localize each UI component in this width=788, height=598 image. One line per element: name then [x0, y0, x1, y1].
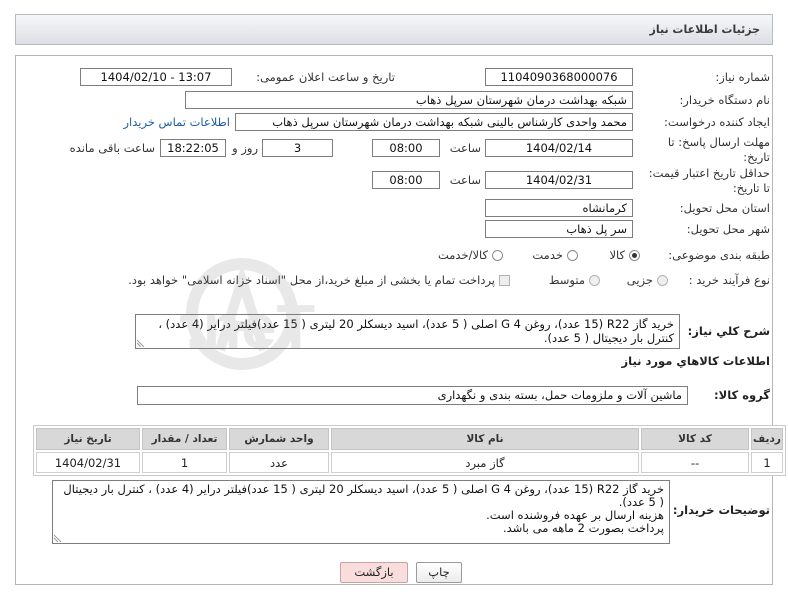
need-details-page: جزئیات اطلاعات نیاز شماره نیاز: 11040903…: [0, 0, 788, 598]
column-header-row-number: ردیف: [751, 428, 783, 450]
reply-deadline-time-label: ساعت: [449, 141, 481, 155]
category-option-service[interactable]: خدمت: [532, 248, 578, 263]
category-option-goods-service-label: کالا/خدمت: [437, 248, 488, 262]
treasury-checkbox[interactable]: [499, 275, 510, 286]
price-validity-date-field: 1404/02/31: [485, 171, 633, 189]
announce-datetime-field: 1404/02/10 - 13:07: [80, 68, 232, 86]
delivery-province-label: استان محل تحویل:: [679, 201, 770, 215]
delivery-province-field: کرمانشاه: [485, 199, 633, 217]
goods-group-label: گروه کالا:: [714, 388, 770, 402]
announce-datetime-label: تاریخ و ساعت اعلان عمومی:: [256, 70, 395, 84]
column-header-quantity: تعداد / مقدار: [142, 428, 227, 450]
description-textarea[interactable]: خرید گاز R22 (15 عدد)، روغن G 4 اصلی ( 5…: [135, 314, 680, 349]
radio-button[interactable]: [589, 275, 600, 286]
category-option-service-label: خدمت: [532, 248, 563, 262]
radio-button[interactable]: [492, 250, 503, 261]
cell-item-code: --: [641, 452, 749, 473]
buyer-org-field: شبکه بهداشت درمان شهرستان سرپل ذهاب: [185, 91, 633, 109]
buyer-contact-link[interactable]: اطلاعات تماس خریدار: [123, 115, 230, 130]
reply-deadline-time-field: 08:00: [372, 139, 440, 157]
remaining-time-field: 18:22:05: [160, 139, 226, 157]
process-type-label: نوع فرآیند خرید :: [688, 273, 770, 287]
delivery-city-label: شهر محل تحویل:: [686, 222, 770, 236]
cell-unit: عدد: [229, 452, 329, 473]
cell-row-number: 1: [751, 452, 783, 473]
category-option-goods[interactable]: کالا: [609, 248, 640, 263]
buyer-org-label: نام دستگاه خریدار:: [679, 93, 770, 107]
resize-grip-icon[interactable]: [137, 338, 146, 347]
reply-deadline-date-field: 1404/02/14: [485, 139, 633, 157]
page-header: جزئیات اطلاعات نیاز: [15, 14, 773, 45]
requester-label: ایجاد کننده درخواست:: [664, 115, 770, 129]
price-validity-label-line1: حداقل تاریخ اعتبار قیمت:: [648, 166, 770, 180]
process-option-medium[interactable]: متوسط: [549, 273, 600, 288]
buyer-notes-line: پرداخت بصورت 2 ماهه می باشد.: [502, 521, 664, 535]
column-header-need-date: تاریخ نیاز: [36, 428, 140, 450]
goods-group-field: ماشین آلات و ملزومات حمل، بسته بندی و نگ…: [137, 386, 688, 405]
table-header-row: ردیف کد کالا نام کالا واحد شمارش تعداد /…: [36, 428, 783, 450]
buyer-notes-textarea[interactable]: خرید گاز R22 (15 عدد)، روغن G 4 اصلی ( 5…: [52, 480, 670, 544]
category-option-goods-label: کالا: [609, 248, 625, 262]
back-button[interactable]: بازگشت: [340, 562, 408, 583]
cell-item-name: گاز مبرد: [331, 452, 639, 473]
reply-deadline-label-line1: مهلت ارسال پاسخ: تا: [667, 135, 770, 149]
need-number-field: 1104090368000076: [485, 68, 633, 86]
description-text: خرید گاز R22 (15 عدد)، روغن G 4 اصلی ( 5…: [158, 317, 674, 345]
column-header-item-name: نام کالا: [331, 428, 639, 450]
print-button[interactable]: چاپ: [416, 562, 462, 583]
price-validity-time-field: 08:00: [372, 171, 440, 189]
column-header-item-code: کد کالا: [641, 428, 749, 450]
radio-button[interactable]: [657, 275, 668, 286]
buyer-notes-label: توضیحات خریدار:: [672, 503, 770, 517]
items-table: ردیف کد کالا نام کالا واحد شمارش تعداد /…: [33, 425, 786, 476]
radio-button[interactable]: [629, 250, 640, 261]
reply-deadline-label-line2: تاریخ:: [743, 150, 770, 164]
treasury-payment-option[interactable]: پرداخت تمام یا بخشی از مبلغ خرید،از محل …: [128, 273, 510, 288]
description-label: شرح کلي نياز:: [687, 324, 770, 338]
process-option-medium-label: متوسط: [548, 273, 585, 287]
table-row: 1 -- گاز مبرد عدد 1 1404/02/31: [36, 452, 783, 473]
column-header-unit: واحد شمارش: [229, 428, 329, 450]
process-option-minor[interactable]: جزیی: [627, 273, 668, 288]
cell-quantity: 1: [142, 452, 227, 473]
remaining-days-label: روز و: [232, 141, 258, 155]
process-option-minor-label: جزیی: [626, 273, 653, 287]
price-validity-label: حداقل تاریخ اعتبار قیمت: تا تاریخ:: [649, 166, 770, 196]
requester-field: محمد واحدی کارشناس بالینی شبکه بهداشت در…: [235, 113, 633, 131]
resize-grip-icon[interactable]: [54, 533, 63, 542]
price-validity-label-line2: تا تاریخ:: [732, 181, 770, 195]
remaining-time-label: ساعت باقی مانده: [69, 141, 155, 155]
remaining-days-field: 3: [262, 139, 333, 157]
items-section-title: اطلاعات كالاهاي مورد نياز: [621, 354, 770, 368]
treasury-payment-label: پرداخت تمام یا بخشی از مبلغ خرید،از محل …: [128, 273, 495, 287]
cell-need-date: 1404/02/31: [36, 452, 140, 473]
reply-deadline-label: مهلت ارسال پاسخ: تا تاریخ:: [668, 135, 770, 165]
price-validity-time-label: ساعت: [449, 173, 481, 187]
radio-button[interactable]: [567, 250, 578, 261]
need-number-label: شماره نیاز:: [715, 70, 770, 84]
buyer-notes-line: خرید گاز R22 (15 عدد)، روغن G 4 اصلی ( 5…: [63, 482, 664, 509]
category-label: طبقه بندی موضوعی:: [668, 248, 770, 262]
category-option-goods-service[interactable]: کالا/خدمت: [438, 248, 503, 263]
page-title: جزئیات اطلاعات نیاز: [649, 23, 761, 36]
delivery-city-field: سر پل ذهاب: [485, 220, 633, 238]
